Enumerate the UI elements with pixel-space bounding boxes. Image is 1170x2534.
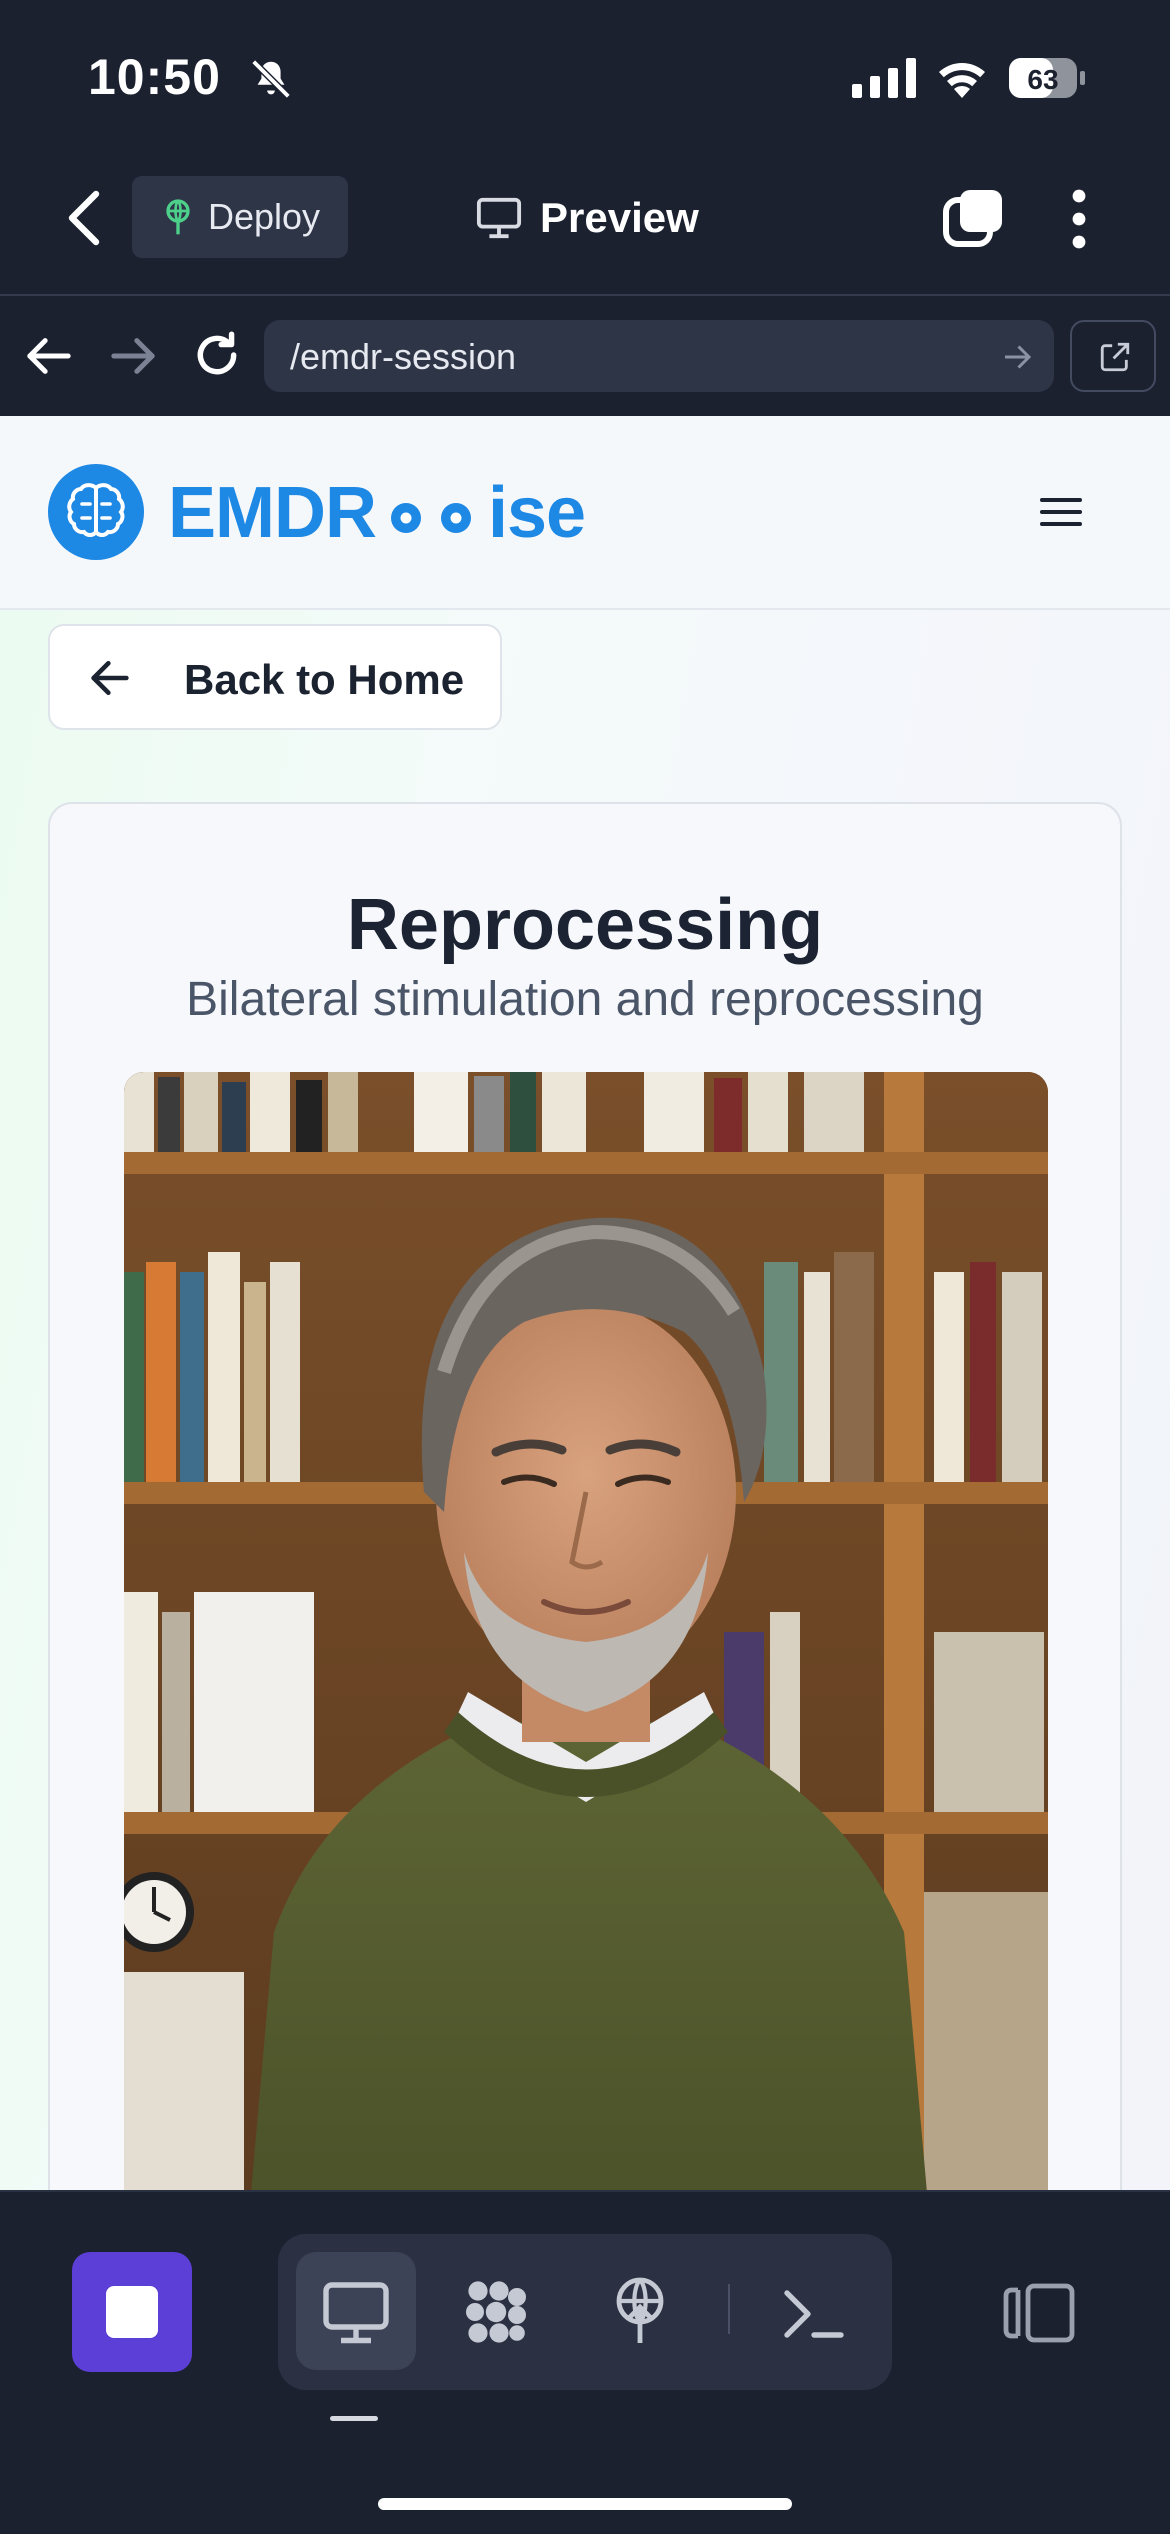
preview-label: Preview — [540, 194, 699, 241]
deploy-button[interactable]: Deploy — [132, 176, 348, 258]
open-external-button[interactable] — [1070, 320, 1156, 392]
status-bar: 10:50 63 — [0, 0, 1170, 150]
card-title: Reprocessing — [346, 885, 824, 965]
external-link-icon — [1100, 342, 1130, 372]
monitor-icon — [476, 197, 522, 239]
session-card: Reprocessing Bilateral stimulation and r… — [48, 802, 1122, 2190]
back-to-home-label: Back to Home — [184, 656, 465, 703]
kebab-menu-icon[interactable] — [1068, 188, 1090, 250]
wifi-icon — [939, 63, 985, 98]
bell-slash-icon — [251, 59, 291, 99]
tool-switcher — [278, 2234, 892, 2390]
url-text: /emdr-session — [290, 336, 517, 377]
cellular-signal-icon — [852, 58, 916, 98]
cluster-icon[interactable] — [460, 2276, 532, 2348]
arrow-left-icon — [91, 660, 129, 696]
status-time: 10:50 — [88, 49, 221, 105]
hamburger-menu-icon[interactable] — [1040, 496, 1082, 528]
arrow-left-icon[interactable] — [26, 336, 72, 376]
eye-dots-icon — [391, 502, 471, 533]
site-header: EMDR ise — [0, 416, 1170, 610]
go-arrow-icon[interactable] — [1002, 342, 1032, 372]
battery-icon: 63 — [1008, 56, 1086, 100]
battery-level: 63 — [1027, 64, 1058, 95]
split-view-icon[interactable] — [1000, 2282, 1076, 2344]
brand-suffix: ise — [488, 473, 586, 553]
bottom-toolbar — [0, 2190, 1170, 2534]
deploy-label: Deploy — [208, 196, 321, 237]
tool-separator — [728, 2284, 730, 2334]
brand-prefix: EMDR — [168, 473, 377, 553]
back-to-home-button[interactable]: Back to Home — [48, 624, 502, 730]
antenna-icon — [166, 199, 190, 235]
therapist-portrait-illustration — [124, 1072, 1048, 2190]
web-view: EMDR ise Back to Home Reprocessing Bilat… — [0, 416, 1170, 2190]
card-subtitle: Bilateral stimulation and reprocessing — [186, 973, 984, 1026]
reload-icon[interactable] — [192, 330, 242, 380]
desktop-icon[interactable] — [320, 2276, 392, 2348]
tabs-icon[interactable] — [942, 188, 1004, 248]
url-field[interactable]: /emdr-session — [264, 320, 1054, 392]
home-indicator[interactable] — [378, 2498, 792, 2510]
brand-wordmark[interactable]: EMDR ise — [168, 472, 586, 554]
chevron-left-icon[interactable] — [62, 188, 106, 248]
arrow-right-icon[interactable] — [110, 336, 156, 376]
therapist-portrait — [124, 1072, 1048, 2190]
stop-button[interactable] — [72, 2252, 192, 2372]
deploy-icon[interactable] — [604, 2274, 676, 2346]
terminal-icon[interactable] — [778, 2278, 850, 2350]
active-tab-indicator — [330, 2416, 378, 2421]
stop-icon — [106, 2286, 158, 2338]
brain-logo-icon[interactable] — [48, 464, 144, 560]
